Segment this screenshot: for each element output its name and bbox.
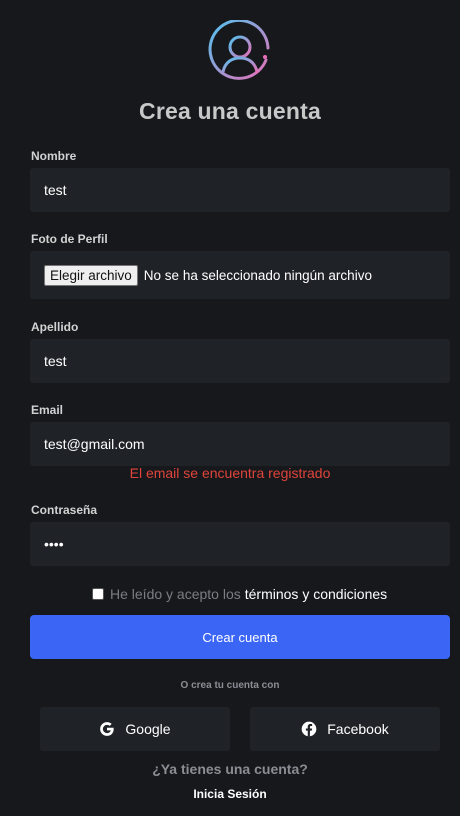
terms-row: He leído y acepto los términos y condici… (92, 586, 387, 602)
or-divider-text: O crea tu cuenta con (180, 680, 280, 691)
register-page: Crea una cuenta Nombre test Foto de Perf… (0, 0, 460, 816)
nombre-value: test (44, 182, 67, 198)
create-account-label: Crear cuenta (202, 629, 278, 645)
google-label: Google (125, 721, 171, 737)
email-value: test@gmail.com (44, 436, 145, 452)
foto-perfil-field: Elegir archivo No se ha seleccionado nin… (30, 251, 450, 299)
apellido-label: Apellido (31, 320, 79, 334)
nombre-label: Nombre (31, 149, 77, 163)
choose-file-button[interactable]: Elegir archivo (44, 264, 138, 286)
email-error-message: El email se encuentra registrado (129, 465, 331, 481)
email-label: Email (31, 403, 64, 417)
password-value: •••• (44, 536, 64, 552)
create-account-button[interactable]: Crear cuenta (30, 615, 450, 659)
terms-link[interactable]: términos y condiciones (245, 586, 387, 602)
password-input[interactable]: •••• (30, 522, 450, 566)
google-button[interactable]: Google (40, 707, 230, 751)
login-link[interactable]: Inicia Sesión (0, 787, 460, 801)
terms-checkbox[interactable] (92, 588, 104, 600)
have-account-text: ¿Ya tienes una cuenta? (152, 761, 308, 777)
apellido-input[interactable]: test (30, 339, 450, 383)
user-avatar-logo-icon (208, 20, 270, 80)
facebook-icon (301, 721, 317, 737)
page-title: Crea una cuenta (139, 98, 321, 124)
apellido-value: test (44, 353, 67, 369)
google-icon (99, 721, 115, 737)
email-input[interactable]: test@gmail.com (30, 422, 450, 466)
facebook-label: Facebook (327, 721, 389, 737)
terms-text: He leído y acepto los (110, 586, 241, 602)
nombre-input[interactable]: test (30, 168, 450, 212)
facebook-button[interactable]: Facebook (250, 707, 440, 751)
foto-perfil-label: Foto de Perfil (31, 232, 108, 246)
file-status-text: No se ha seleccionado ningún archivo (143, 267, 372, 283)
password-label: Contraseña (31, 503, 98, 517)
